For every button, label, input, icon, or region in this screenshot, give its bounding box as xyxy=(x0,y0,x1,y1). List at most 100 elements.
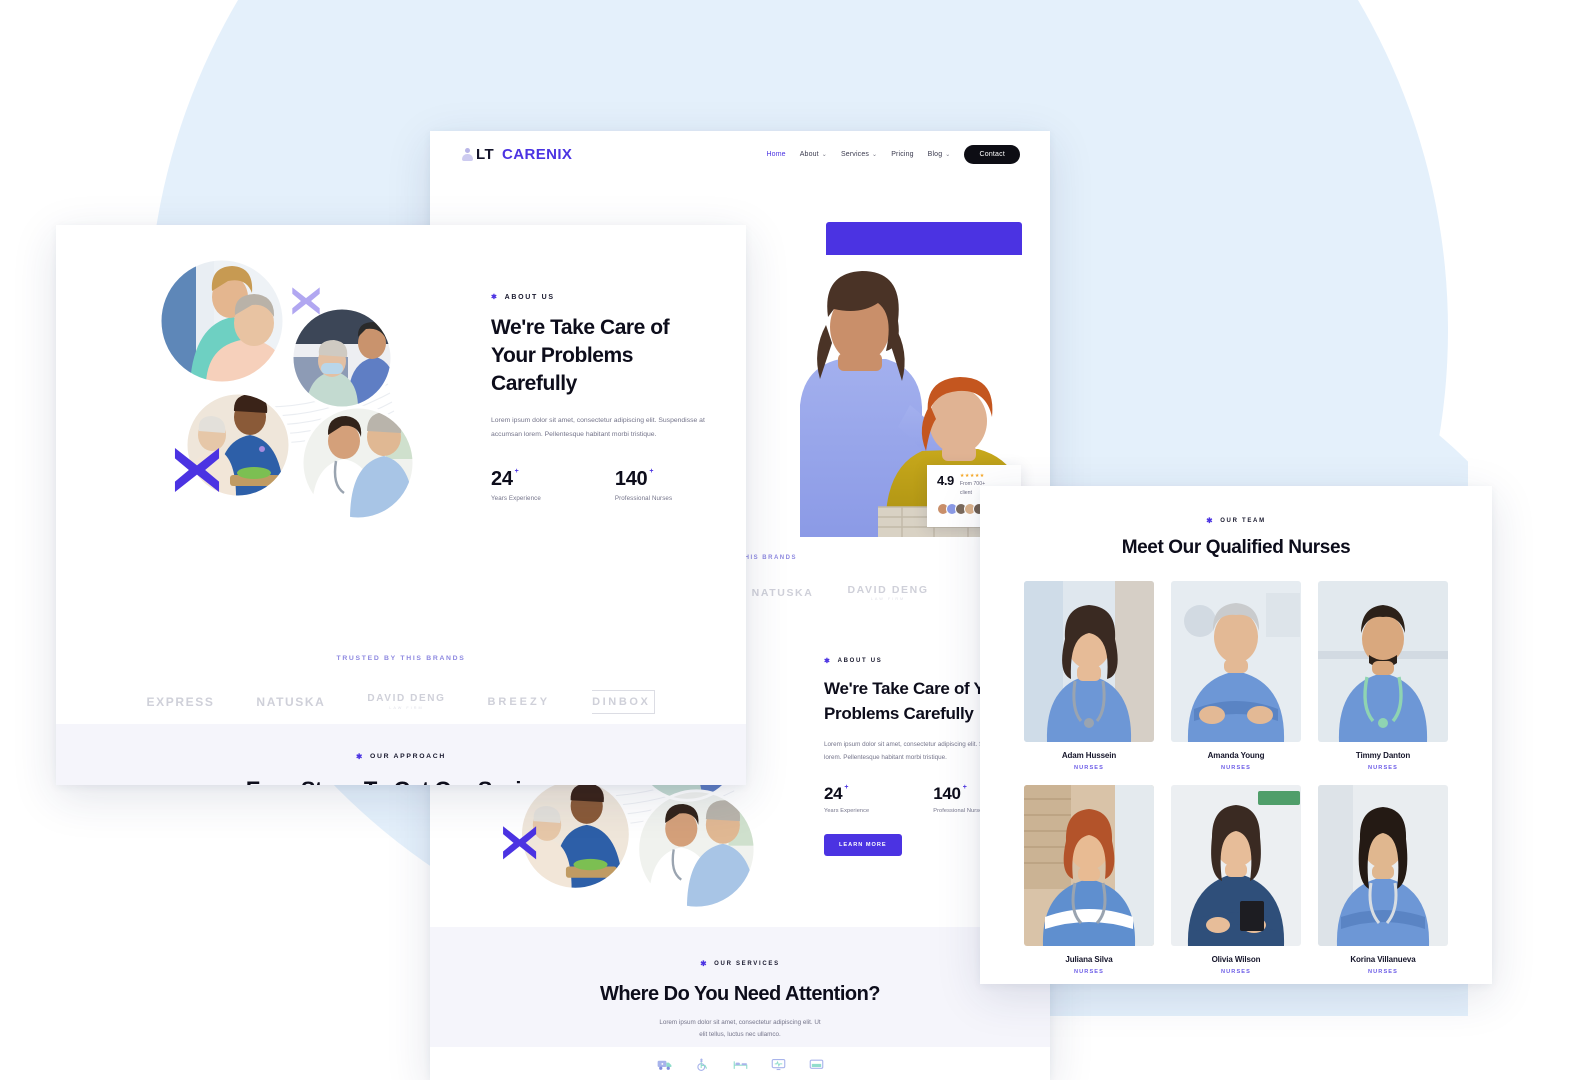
member-role: NURSES xyxy=(1074,765,1104,771)
wheelchair-icon[interactable] xyxy=(695,1058,710,1071)
star-rating-icon: ★★★★★ xyxy=(959,473,985,479)
stat-sup: + xyxy=(962,783,967,791)
nav-item-home-label: Home xyxy=(766,150,786,158)
services-body-line1: Lorem ipsum dolor sit amet, consectetur … xyxy=(659,1019,821,1026)
about-photo-collage-large xyxy=(158,253,420,528)
stat-value: 24 xyxy=(491,467,513,490)
team-member-card[interactable]: Adam Hussein NURSES xyxy=(1024,581,1154,771)
approach-eyebrow: ✱ OUR APPROACH xyxy=(356,752,446,761)
team-member-card[interactable]: Olivia Wilson NURSES xyxy=(1171,785,1301,975)
brand-sub: LAW FIRM xyxy=(870,597,906,602)
stat-label: Professional Nurses xyxy=(933,807,986,814)
brand-logo-express: EXPRESS xyxy=(146,695,215,709)
member-role: NURSES xyxy=(1221,765,1251,771)
services-body-line2: elit tellus, luctus nec ullamco. xyxy=(699,1031,781,1039)
main-nav-links: Home About ⌄ Services ⌄ Pricing Blog ⌄ C… xyxy=(766,144,1020,164)
nav-item-home[interactable]: Home xyxy=(766,151,785,158)
services-title: Where Do You Need Attention? xyxy=(599,983,881,1005)
member-photo xyxy=(1024,581,1154,742)
approach-eyebrow-label: OUR APPROACH xyxy=(369,753,447,760)
member-role: NURSES xyxy=(1368,765,1398,771)
member-photo xyxy=(1318,581,1448,742)
team-eyebrow: ✱ OUR TEAM xyxy=(1206,516,1266,525)
brand-logo-dinbox: DINBOX xyxy=(592,690,656,714)
hospital-bed-icon[interactable] xyxy=(733,1058,748,1071)
nav-item-pricing-label: Pricing xyxy=(891,150,914,158)
stat-value: 140 xyxy=(614,467,648,490)
site-logo[interactable]: LT CARENIX xyxy=(462,146,572,163)
about-page-stats: 24 + Years Experience 140 + Professional… xyxy=(491,468,711,502)
member-portrait xyxy=(1171,785,1301,946)
chevron-down-icon: ⌄ xyxy=(945,151,951,158)
team-member-card[interactable]: Timmy Danton NURSES xyxy=(1318,581,1448,771)
about-page-title: We're Take Care of Your Problems Careful… xyxy=(491,316,670,395)
nav-item-pricing[interactable]: Pricing xyxy=(891,151,913,158)
ambulance-icon[interactable] xyxy=(657,1058,672,1071)
stat-label: Years Experience xyxy=(824,807,870,814)
member-portrait xyxy=(1171,581,1301,742)
stat-value-wrap: 140 + xyxy=(615,468,672,491)
member-photo xyxy=(1171,785,1301,946)
team-page-mockup: ✱ OUR TEAM Meet Our Qualified Nurses Ada… xyxy=(980,486,1492,984)
rating-score: 4.9 xyxy=(937,473,954,488)
screen-icon[interactable] xyxy=(809,1058,824,1071)
member-portrait xyxy=(1024,785,1154,946)
about-page-copy: ✱ ABOUT US We're Take Care of Your Probl… xyxy=(491,293,711,502)
member-name: Korina Villanueva xyxy=(1350,955,1416,964)
asterisk-icon: ✱ xyxy=(824,658,832,665)
brand-logo-natuska: NATUSKA xyxy=(751,587,814,599)
asterisk-icon: ✱ xyxy=(700,959,709,968)
team-eyebrow-label: OUR TEAM xyxy=(1220,517,1266,524)
services-section: ✱ OUR SERVICES Where Do You Need Attenti… xyxy=(430,927,1050,1071)
stat-professional-nurses: 140 + Professional Nurses xyxy=(933,784,985,814)
team-member-card[interactable]: Amanda Young NURSES xyxy=(1171,581,1301,771)
member-name: Juliana Silva xyxy=(1065,955,1113,964)
asterisk-icon: ✱ xyxy=(491,294,499,301)
team-title: Meet Our Qualified Nurses xyxy=(1121,537,1351,558)
member-name: Timmy Danton xyxy=(1355,751,1411,760)
nav-item-blog-label: Blog xyxy=(927,150,943,158)
member-name: Adam Hussein xyxy=(1061,751,1117,760)
about-page-body: Lorem ipsum dolor sit amet, consectetur … xyxy=(491,416,705,438)
services-eyebrow: ✱ OUR SERVICES xyxy=(700,959,780,968)
member-role: NURSES xyxy=(1074,969,1104,975)
member-portrait xyxy=(1024,581,1154,742)
stat-professional-nurses: 140 + Professional Nurses xyxy=(615,468,672,502)
brand-logo-david-deng: DAVID DENG LAW FIRM xyxy=(847,584,928,602)
member-name: Amanda Young xyxy=(1207,751,1265,760)
member-portrait xyxy=(1318,581,1448,742)
brand-logo-david-deng: DAVID DENG LAW FIRM xyxy=(367,693,445,710)
asterisk-icon: ✱ xyxy=(1206,516,1215,525)
stat-sup: + xyxy=(844,783,849,791)
monitor-icon[interactable] xyxy=(771,1058,786,1071)
member-photo xyxy=(1171,581,1301,742)
main-navbar: LT CARENIX Home About ⌄ Services ⌄ Prici… xyxy=(430,131,1050,177)
brands-label: TRUSTED BY THIS BRANDS xyxy=(336,655,466,662)
logo-text-suffix: CARENIX xyxy=(502,145,573,163)
nav-item-blog[interactable]: Blog ⌄ xyxy=(928,151,951,158)
brand-name: DAVID DENG xyxy=(367,693,446,705)
brand-sub: LAW FIRM xyxy=(389,705,424,710)
stat-years-experience: 24 + Years Experience xyxy=(491,468,541,502)
about-page-eyebrow: ✱ ABOUT US xyxy=(491,293,711,302)
services-eyebrow-label: OUR SERVICES xyxy=(714,960,780,967)
stat-value-wrap: 140 + xyxy=(933,784,985,804)
brand-x-icon-small xyxy=(292,287,320,315)
learn-more-button[interactable]: LEARN MORE xyxy=(824,833,902,856)
team-member-card[interactable]: Juliana Silva NURSES xyxy=(1024,785,1154,975)
stat-value-wrap: 24 + xyxy=(491,468,541,491)
contact-button[interactable]: Contact xyxy=(964,144,1020,164)
chevron-down-icon: ⌄ xyxy=(821,151,827,158)
stat-value: 24 xyxy=(824,783,843,803)
nav-item-services-label: Services xyxy=(840,150,870,158)
nav-item-services[interactable]: Services ⌄ xyxy=(841,151,877,158)
team-member-card[interactable]: Korina Villanueva NURSES xyxy=(1318,785,1448,975)
services-icon-row xyxy=(430,1058,1050,1071)
stat-value-wrap: 24 + xyxy=(824,784,869,804)
member-photo xyxy=(1318,785,1448,946)
nav-item-about[interactable]: About ⌄ xyxy=(800,151,827,158)
nav-item-about-label: About xyxy=(799,150,819,158)
stat-value: 140 xyxy=(933,783,961,803)
stat-years-experience: 24 + Years Experience xyxy=(824,784,869,814)
stat-sup: + xyxy=(514,467,519,475)
